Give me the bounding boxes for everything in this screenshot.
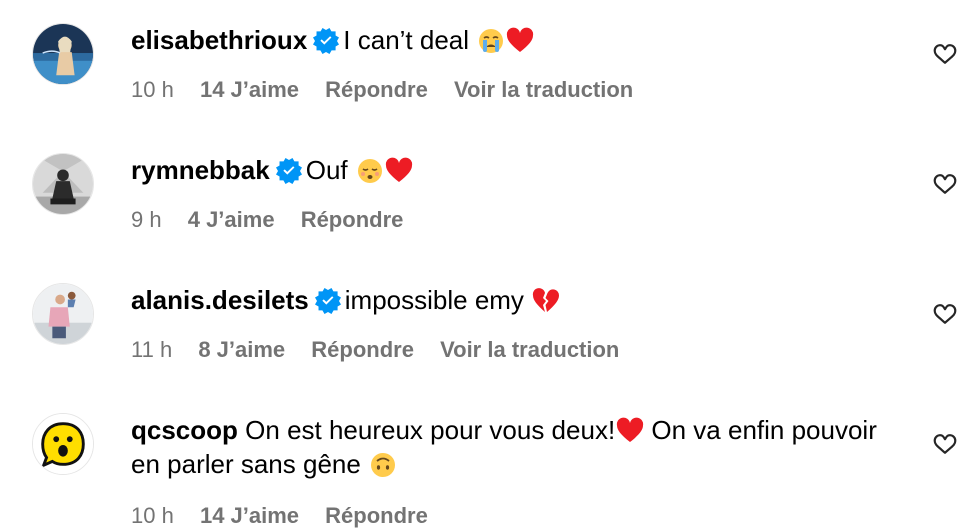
comment-text: Ouf [305, 155, 348, 185]
comment-meta: 10 h 14 J’aime Répondre Voir la traducti… [131, 75, 653, 105]
likes-count[interactable]: 4 J’aime [188, 207, 275, 232]
comment-line: alanis.desilets impossible emy [131, 283, 910, 317]
like-heart-icon[interactable] [932, 431, 958, 457]
red-heart-icon [385, 157, 413, 185]
verified-badge-icon [314, 288, 341, 314]
avatar[interactable] [32, 153, 94, 215]
username[interactable]: qcscoop [131, 415, 238, 445]
sad-face-icon [356, 157, 384, 185]
crying-face-icon [477, 27, 505, 55]
like-heart-icon[interactable] [932, 171, 958, 197]
like-heart-icon[interactable] [932, 301, 958, 327]
avatar[interactable] [32, 413, 94, 475]
comments-list: elisabethrioux I can’t deal 10 h 14 J’aim… [0, 0, 980, 530]
verified-badge-icon [313, 28, 340, 54]
likes-count[interactable]: 8 J’aime [198, 337, 285, 362]
comment-body: alanis.desilets impossible emy [131, 283, 910, 317]
avatar[interactable] [32, 283, 94, 345]
username[interactable]: alanis.desilets [131, 285, 309, 315]
comment-time: 10 h [131, 503, 174, 528]
comment-body: qcscoop On est heureux pour vous deux! O… [131, 413, 910, 481]
verified-badge-icon [275, 158, 302, 184]
comment-text: impossible emy [344, 285, 524, 315]
comment-line: qcscoop On est heureux pour vous deux! O… [131, 413, 910, 481]
username[interactable]: elisabethrioux [131, 25, 307, 55]
reply-button[interactable]: Répondre [325, 503, 428, 528]
comment-line: elisabethrioux I can’t deal [131, 23, 910, 57]
comment-time: 9 h [131, 207, 162, 232]
upside-down-face-icon [369, 451, 397, 479]
comment-body: rymnebbak Ouf [131, 153, 910, 187]
avatar[interactable] [32, 23, 94, 85]
red-heart-icon [616, 417, 644, 445]
comment-meta: 9 h 4 J’aime Répondre [131, 205, 423, 235]
comment-text: On est heureux pour vous deux! [245, 415, 616, 445]
reply-button[interactable]: Répondre [325, 77, 428, 102]
broken-heart-icon [532, 287, 560, 315]
comment-meta: 10 h 14 J’aime Répondre [131, 501, 448, 531]
comment-text: I can’t deal [343, 25, 470, 55]
translate-button[interactable]: Voir la traduction [440, 337, 619, 362]
comment-time: 10 h [131, 77, 174, 102]
red-heart-icon [506, 27, 534, 55]
translate-button[interactable]: Voir la traduction [454, 77, 633, 102]
like-heart-icon[interactable] [932, 41, 958, 67]
likes-count[interactable]: 14 J’aime [200, 77, 299, 102]
username[interactable]: rymnebbak [131, 155, 270, 185]
reply-button[interactable]: Répondre [301, 207, 404, 232]
comment-body: elisabethrioux I can’t deal [131, 23, 910, 57]
comment-time: 11 h [131, 337, 173, 362]
comment-meta: 11 h 8 J’aime Répondre Voir la traductio… [131, 335, 639, 365]
reply-button[interactable]: Répondre [311, 337, 414, 362]
comment-line: rymnebbak Ouf [131, 153, 910, 187]
likes-count[interactable]: 14 J’aime [200, 503, 299, 528]
